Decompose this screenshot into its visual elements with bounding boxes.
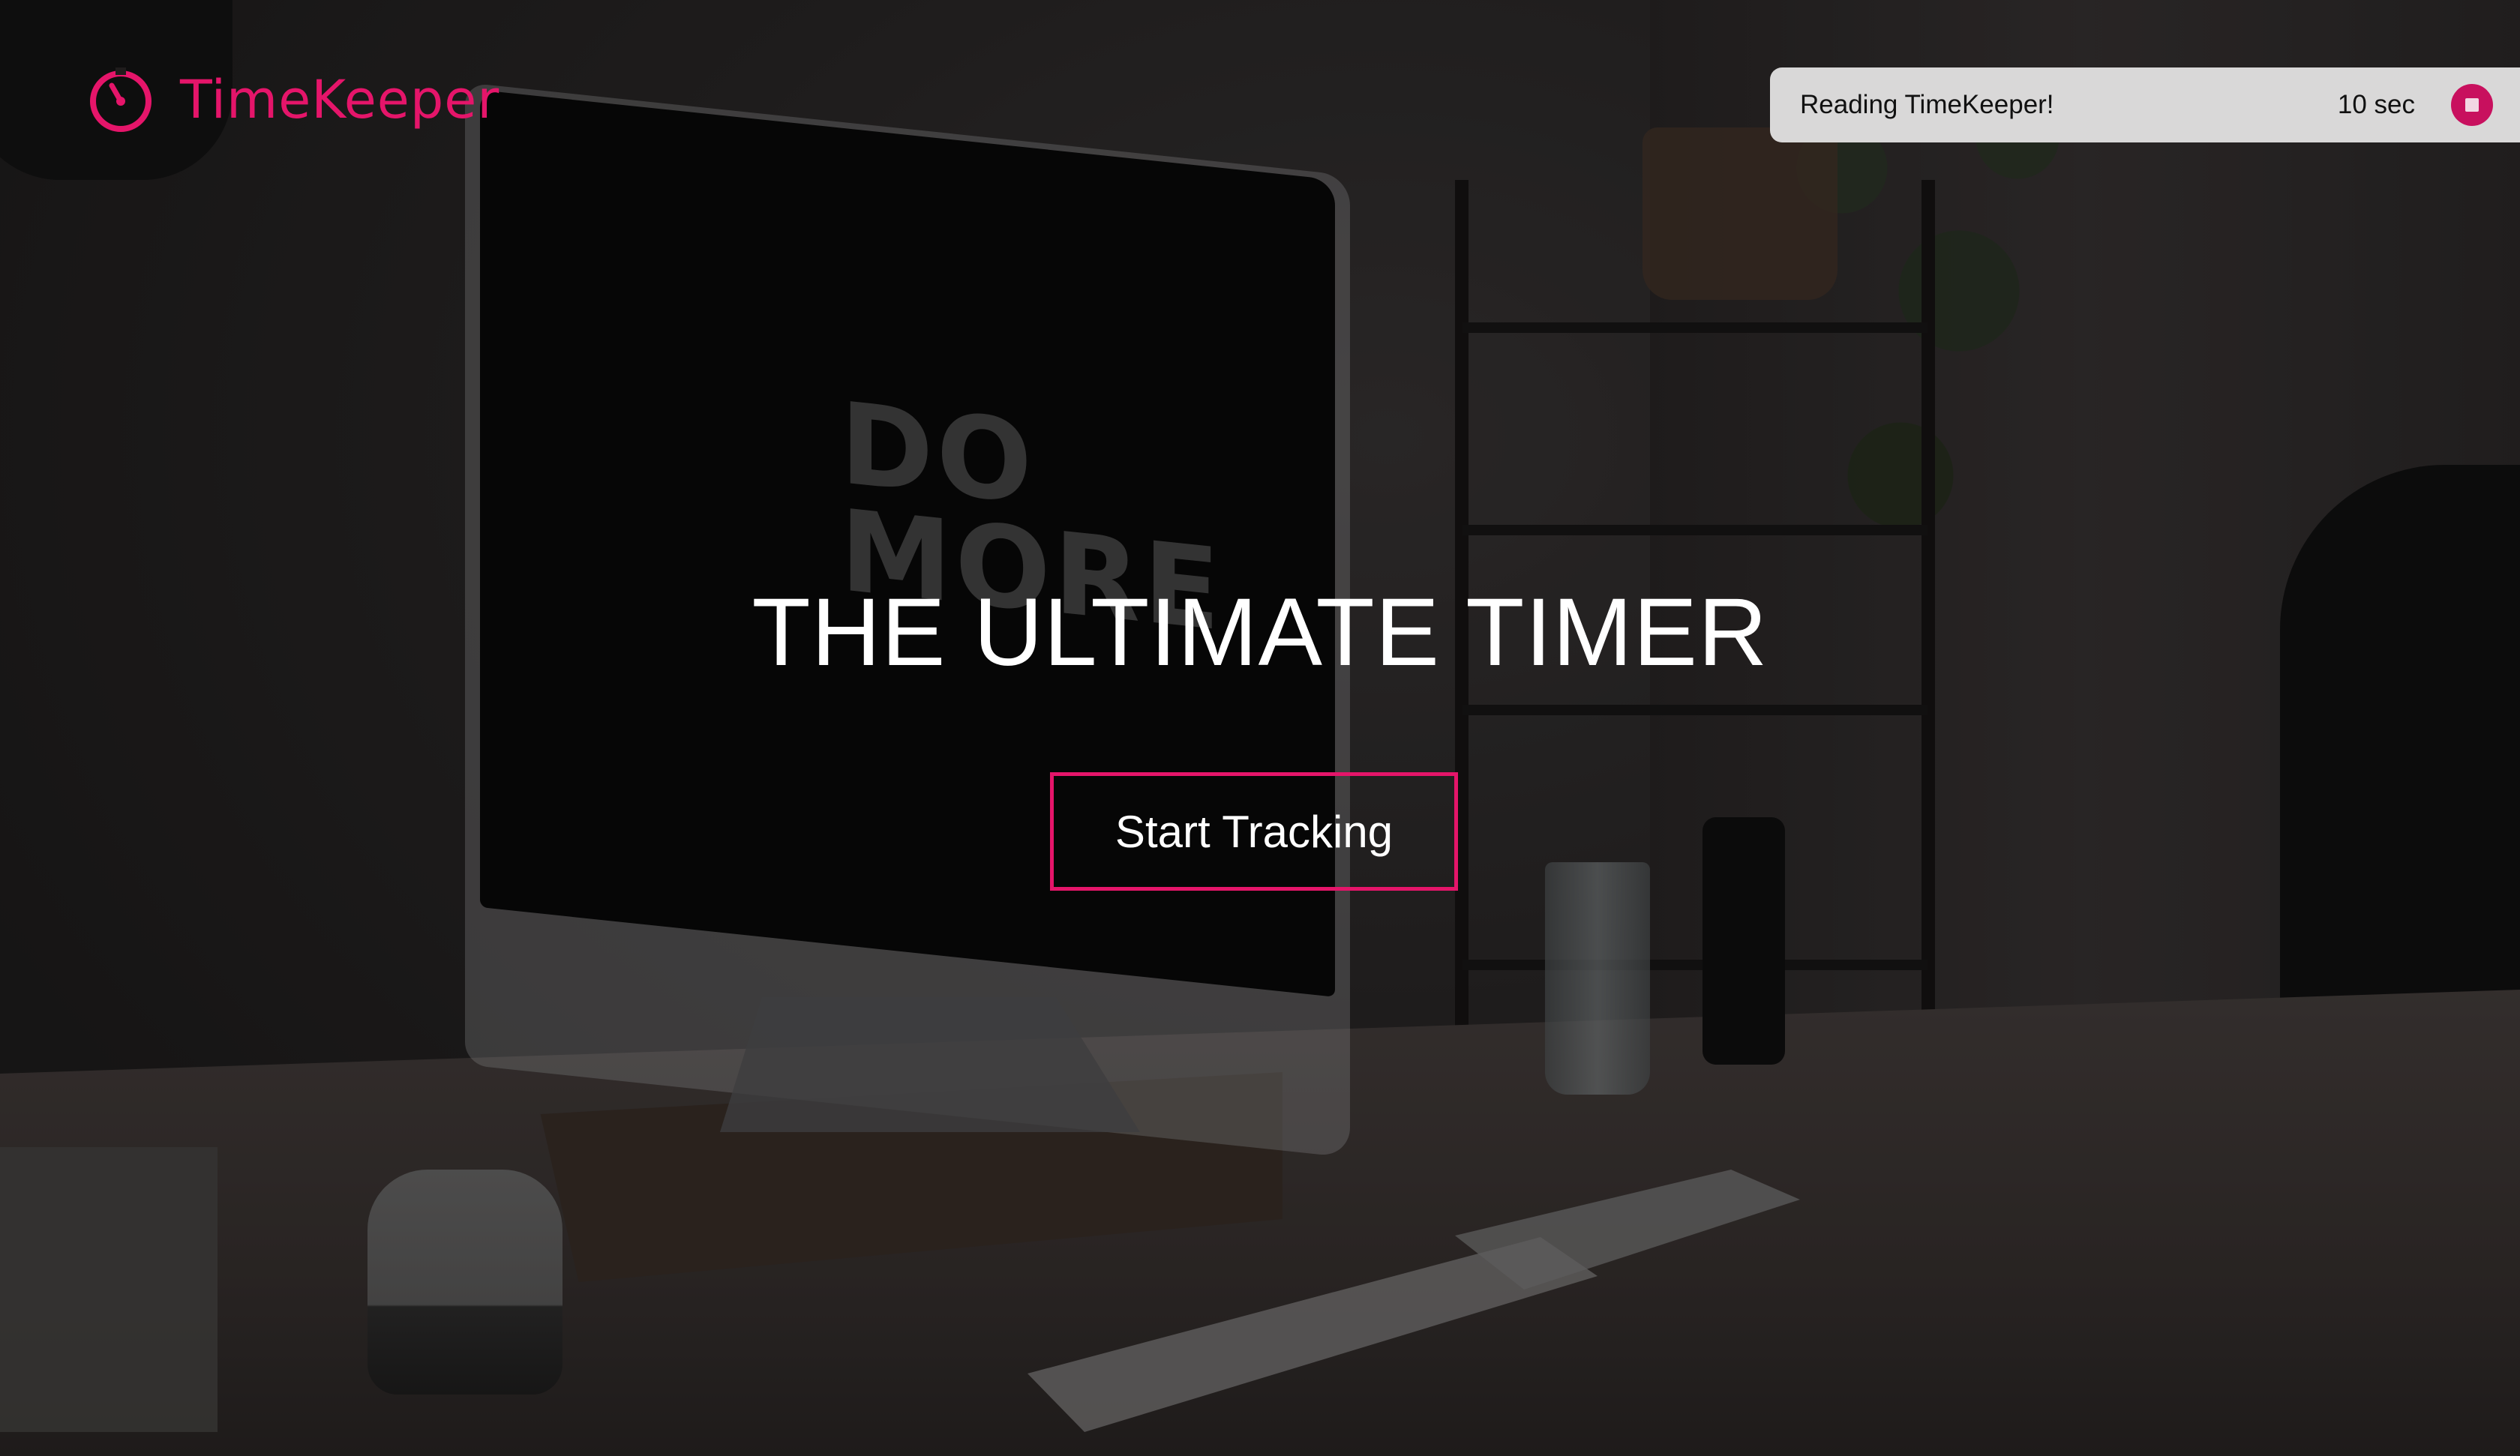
hero-background-photo: DO MORE [0,0,2520,1456]
stop-icon [2465,98,2479,112]
reading-timer-elapsed: 10 sec [2337,90,2415,119]
stopwatch-icon [90,67,152,132]
bg-dark-overlay [0,0,2520,1456]
hero-title: THE ULTIMATE TIMER [752,579,1768,686]
brand-name: TimeKeeper [180,69,500,130]
page: DO MORE TimeKeeper Reading TimeKeeper! 1… [0,0,2520,1456]
reading-timer-label: Reading TimeKeeper! [1800,90,2054,119]
reading-timer-widget: Reading TimeKeeper! 10 sec [1770,67,2520,142]
brand-logo-link[interactable]: TimeKeeper [87,66,500,133]
stop-timer-button[interactable] [2451,84,2493,126]
start-tracking-button[interactable]: Start Tracking [1050,772,1458,891]
